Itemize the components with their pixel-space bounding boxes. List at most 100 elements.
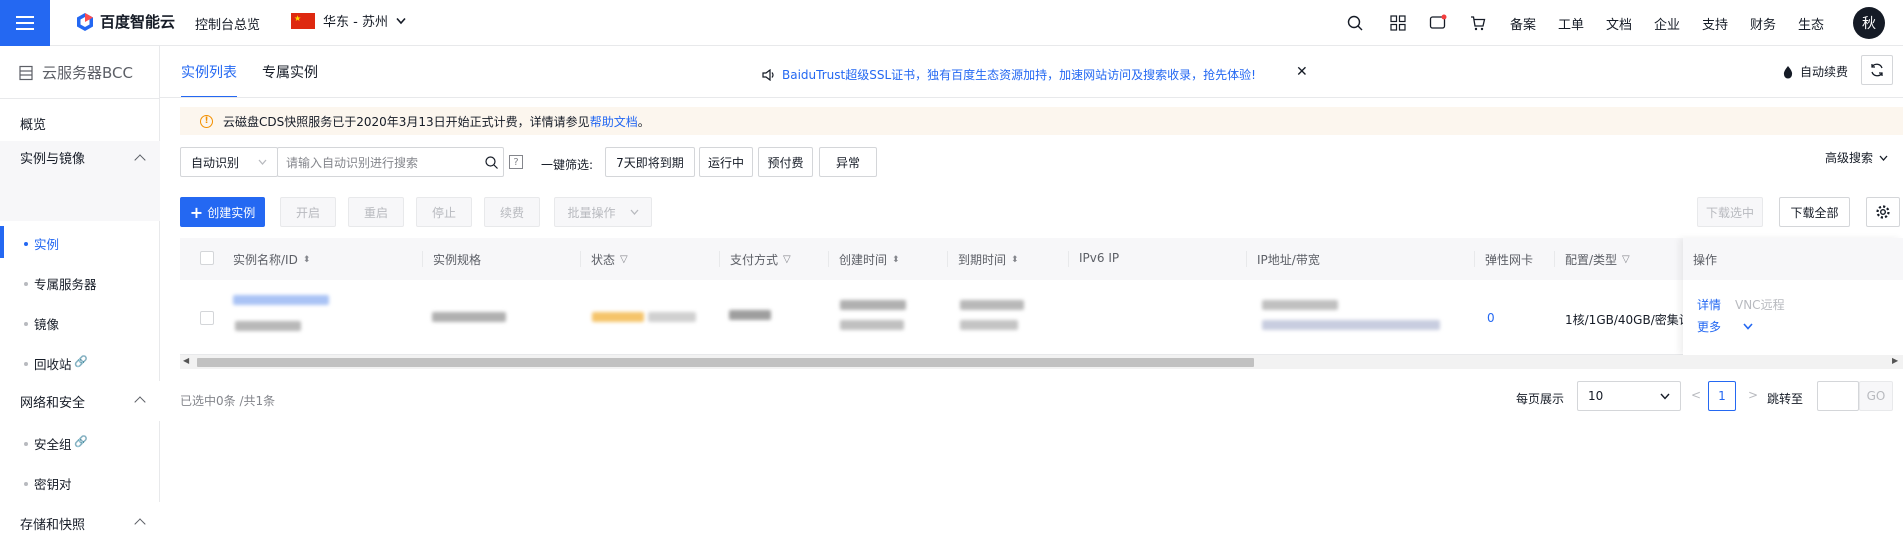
- promo-banner[interactable]: BaiduTrust超级SSL证书，独有百度生态资源加持，加速网站访问及搜索收录…: [762, 66, 1256, 83]
- renew-button[interactable]: 续费: [484, 197, 540, 227]
- column-header-payment[interactable]: 支付方式 ▽: [730, 251, 791, 268]
- sidebar-item-keypair[interactable]: 密钥对: [34, 474, 72, 493]
- column-header-name[interactable]: 实例名称/ID ⬍: [233, 251, 310, 268]
- help-doc-link[interactable]: 帮助文档: [590, 113, 638, 130]
- quick-filter-running[interactable]: 运行中: [699, 147, 753, 177]
- go-button[interactable]: GO: [1859, 381, 1893, 411]
- column-header-actions: 操作: [1693, 253, 1718, 267]
- scroll-left-icon[interactable]: ◀: [183, 356, 189, 365]
- link-icon: 🔗: [74, 355, 88, 368]
- sidebar-group-label: 实例与镜像: [20, 152, 86, 167]
- message-icon[interactable]: [1428, 13, 1448, 33]
- quick-filter-prepaid[interactable]: 预付费: [758, 147, 813, 177]
- quick-filter-abnormal[interactable]: 异常: [819, 147, 877, 177]
- batch-operation-select[interactable]: 批量操作: [554, 197, 652, 227]
- search-icon[interactable]: [1345, 13, 1365, 33]
- restart-button[interactable]: 重启: [348, 197, 404, 227]
- sidebar-item-overview[interactable]: 概览: [20, 114, 46, 133]
- menu-icon[interactable]: [0, 0, 50, 46]
- create-instance-label: 创建实例: [207, 205, 256, 220]
- goto-page-input[interactable]: [1817, 381, 1859, 411]
- scrollbar-thumb[interactable]: [197, 358, 1254, 367]
- search-type-value: 自动识别: [191, 155, 240, 170]
- stop-button[interactable]: 停止: [416, 197, 472, 227]
- next-page-icon[interactable]: >: [1748, 388, 1758, 402]
- sort-icon: ⬍: [302, 254, 311, 265]
- advanced-search-toggle[interactable]: 高级搜索: [1825, 149, 1888, 166]
- settings-button[interactable]: [1866, 197, 1900, 227]
- column-header-create-time[interactable]: 创建时间 ⬍: [839, 251, 900, 268]
- create-instance-button[interactable]: + 创建实例: [180, 197, 265, 227]
- column-header-status[interactable]: 状态 ▽: [591, 251, 628, 268]
- notice-bar: ! 云磁盘CDS快照服务已于2020年3月13日开始正式计费，详情请参见 帮助文档…: [180, 107, 1903, 135]
- per-page-label: 每页展示: [1516, 392, 1565, 406]
- chevron-down-icon[interactable]: [1743, 323, 1753, 330]
- avatar[interactable]: 秋: [1853, 7, 1885, 39]
- nav-ticket[interactable]: 工单: [1558, 14, 1584, 33]
- per-page-select[interactable]: 10: [1577, 381, 1681, 411]
- close-icon[interactable]: ✕: [1296, 64, 1308, 80]
- sidebar-item-security-group[interactable]: 安全组: [34, 434, 72, 453]
- chevron-down-icon: [396, 17, 406, 24]
- auto-renew-link[interactable]: 自动续费: [1782, 63, 1848, 80]
- sidebar-item-instance[interactable]: 实例: [34, 234, 59, 253]
- sidebar-title-label: 云服务器BCC: [42, 64, 133, 82]
- start-button[interactable]: 开启: [280, 197, 336, 227]
- prev-page-icon[interactable]: <: [1691, 388, 1701, 402]
- quick-filter-label: 一键筛选:: [541, 158, 594, 172]
- per-page-value: 10: [1588, 389, 1604, 403]
- console-overview-link[interactable]: 控制台总览: [195, 14, 260, 33]
- sidebar-group-storage-snapshot[interactable]: 存储和快照: [20, 514, 85, 533]
- tab-dedicated-instance[interactable]: 专属实例: [262, 62, 318, 82]
- cloud-logo-icon: [77, 12, 93, 31]
- nav-beian[interactable]: 备案: [1510, 14, 1536, 33]
- vnc-remote-link[interactable]: VNC远程: [1735, 296, 1785, 313]
- more-actions-link[interactable]: 更多: [1697, 318, 1721, 335]
- download-all-button[interactable]: 下载全部: [1779, 197, 1850, 227]
- download-selected-button[interactable]: 下载选中: [1697, 197, 1763, 227]
- help-icon[interactable]: ?: [509, 155, 523, 169]
- brand-logo[interactable]: 百度智能云: [75, 11, 175, 32]
- nav-support[interactable]: 支持: [1702, 14, 1728, 33]
- brand-name: 百度智能云: [100, 13, 176, 31]
- search-input[interactable]: 请输入自动识别进行搜索: [277, 147, 504, 177]
- auto-renew-label: 自动续费: [1800, 65, 1849, 79]
- refresh-button[interactable]: [1861, 55, 1893, 85]
- select-all-checkbox[interactable]: [200, 251, 214, 265]
- sidebar-item-image[interactable]: 镜像: [34, 314, 59, 333]
- sort-icon: ⬍: [1011, 254, 1019, 265]
- apps-grid-icon[interactable]: [1388, 13, 1408, 33]
- quick-filter-expiring[interactable]: 7天即将到期: [605, 147, 695, 177]
- eni-count-link[interactable]: 0: [1487, 311, 1495, 325]
- nav-ecosystem[interactable]: 生态: [1798, 14, 1824, 33]
- notice-text: 云磁盘CDS快照服务已于2020年3月13日开始正式计费，详情请参见: [223, 114, 590, 129]
- filter-icon: ▽: [620, 254, 628, 265]
- selection-count: 已选中0条 /共1条: [180, 394, 276, 408]
- sidebar-item-dedicated-server[interactable]: 专属服务器: [34, 274, 97, 293]
- ip-redacted: [1262, 300, 1338, 310]
- status-redacted: [592, 312, 644, 322]
- server-icon: [19, 65, 33, 80]
- nav-finance[interactable]: 财务: [1750, 14, 1776, 33]
- tab-instance-list[interactable]: 实例列表: [181, 62, 237, 82]
- column-header-config[interactable]: 配置/类型 ▽: [1565, 251, 1630, 268]
- instance-name-redacted[interactable]: [233, 295, 329, 305]
- region-selector[interactable]: 华东 - 苏州: [291, 11, 406, 30]
- chevron-up-icon: [134, 518, 146, 530]
- nav-docs[interactable]: 文档: [1606, 14, 1632, 33]
- chevron-down-icon: [630, 209, 638, 215]
- nav-enterprise[interactable]: 企业: [1654, 14, 1680, 33]
- sidebar-title: 云服务器BCC: [18, 62, 133, 83]
- speaker-icon: [762, 68, 774, 81]
- create-time-redacted: [840, 300, 906, 310]
- cart-icon[interactable]: [1468, 13, 1488, 33]
- row-checkbox[interactable]: [200, 311, 214, 325]
- search-icon[interactable]: [485, 156, 498, 169]
- search-type-select[interactable]: 自动识别: [180, 147, 278, 177]
- gear-icon: [1876, 205, 1890, 219]
- column-header-expire-time[interactable]: 到期时间 ⬍: [958, 251, 1019, 268]
- page-number-current[interactable]: 1: [1708, 381, 1736, 411]
- details-link[interactable]: 详情: [1697, 296, 1721, 313]
- sidebar-item-recycle-bin[interactable]: 回收站: [34, 354, 72, 373]
- scroll-right-icon[interactable]: ▶: [1892, 356, 1898, 365]
